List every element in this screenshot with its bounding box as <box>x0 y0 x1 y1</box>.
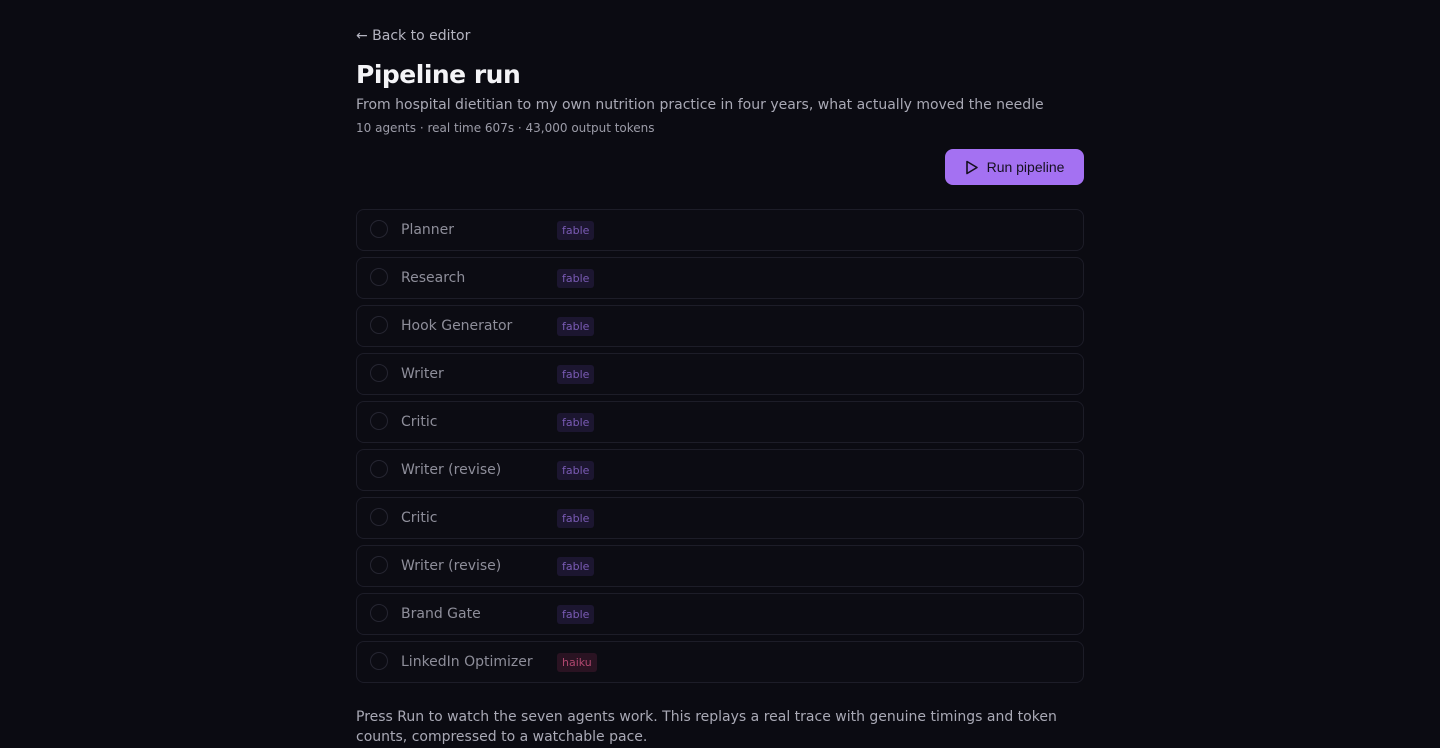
agent-name: Brand Gate <box>401 606 481 622</box>
agent-row: Writer (revise) fable <box>356 449 1084 491</box>
model-badge: fable <box>557 508 595 528</box>
pending-status-icon <box>370 460 388 478</box>
agent-name: LinkedIn Optimizer <box>401 654 533 670</box>
agent-name: Writer (revise) <box>401 558 502 574</box>
model-badge: haiku <box>557 652 597 672</box>
model-badge: fable <box>557 460 595 480</box>
agent-row: Writer (revise) fable <box>356 545 1084 587</box>
agent-row: Critic fable <box>356 497 1084 539</box>
play-icon <box>965 160 979 175</box>
run-subtitle: From hospital dietitian to my own nutrit… <box>356 97 1044 113</box>
pending-status-icon <box>370 220 388 238</box>
pending-status-icon <box>370 556 388 574</box>
model-badge: fable <box>557 364 595 384</box>
agent-name: Writer (revise) <box>401 462 502 478</box>
back-to-editor-link[interactable]: ← Back to editor <box>356 28 470 44</box>
agent-row: Hook Generator fable <box>356 305 1084 347</box>
model-badge: fable <box>557 604 595 624</box>
pending-status-icon <box>370 364 388 382</box>
agent-row: Brand Gate fable <box>356 593 1084 635</box>
model-badge: fable <box>557 556 595 576</box>
model-badge: fable <box>557 412 595 432</box>
page-title: Pipeline run <box>356 60 521 89</box>
run-meta: 10 agents · real time 607s · 43,000 outp… <box>356 121 655 135</box>
pending-status-icon <box>370 268 388 286</box>
pending-status-icon <box>370 316 388 334</box>
agent-row: Planner fable <box>356 209 1084 251</box>
agent-name: Critic <box>401 510 438 526</box>
agent-row: Research fable <box>356 257 1084 299</box>
agent-name: Writer <box>401 366 444 382</box>
agent-row: LinkedIn Optimizer haiku <box>356 641 1084 683</box>
agent-name: Critic <box>401 414 438 430</box>
agent-name: Hook Generator <box>401 318 513 334</box>
model-badge: fable <box>557 316 595 336</box>
pending-status-icon <box>370 652 388 670</box>
agent-name: Planner <box>401 222 455 238</box>
instructions-text: Press Run to watch the seven agents work… <box>356 709 1057 745</box>
run-pipeline-label: Run pipeline <box>986 159 1065 175</box>
agent-name: Research <box>401 270 466 286</box>
agent-row: Critic fable <box>356 401 1084 443</box>
model-badge: fable <box>557 220 595 240</box>
pending-status-icon <box>370 508 388 526</box>
model-badge: fable <box>557 268 595 288</box>
agent-row: Writer fable <box>356 353 1084 395</box>
pending-status-icon <box>370 412 388 430</box>
run-pipeline-button[interactable]: Run pipeline <box>945 149 1084 185</box>
agent-list: Planner fable Research fable Hook Genera… <box>356 209 1084 689</box>
pending-status-icon <box>370 604 388 622</box>
